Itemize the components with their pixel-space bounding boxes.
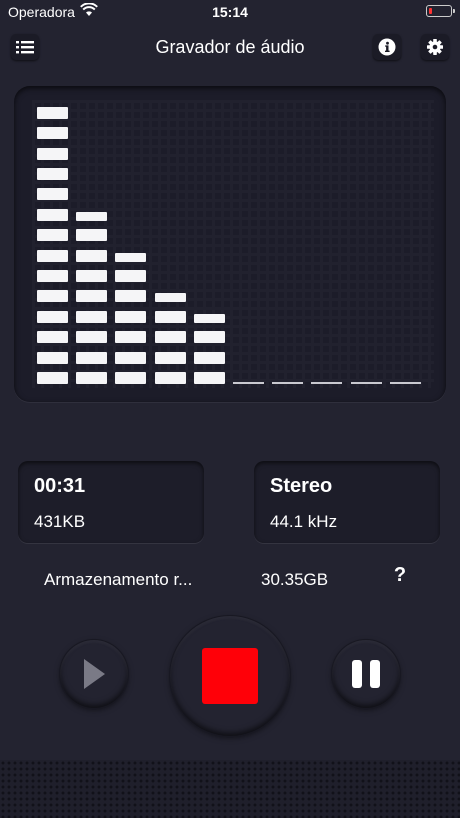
level-segment bbox=[37, 270, 68, 282]
level-segment bbox=[76, 331, 108, 344]
level-segment bbox=[37, 351, 68, 364]
recording-info-card: 00:31 431KB bbox=[18, 461, 204, 543]
nav-bar: Gravador de áudio bbox=[0, 24, 460, 70]
level-segment bbox=[154, 372, 186, 384]
level-segment bbox=[37, 310, 68, 323]
level-segment bbox=[76, 249, 108, 262]
gear-icon bbox=[421, 39, 449, 64]
level-segment bbox=[76, 270, 108, 282]
level-meter bbox=[14, 86, 446, 402]
level-segment bbox=[37, 127, 68, 140]
level-segment bbox=[76, 310, 108, 323]
level-segment bbox=[76, 372, 108, 384]
level-segment bbox=[193, 313, 225, 323]
level-segment bbox=[76, 211, 108, 221]
level-segment bbox=[115, 290, 147, 303]
level-segment bbox=[37, 249, 68, 262]
level-segment bbox=[76, 351, 108, 364]
level-segment bbox=[115, 310, 147, 323]
level-segment bbox=[76, 290, 108, 303]
elapsed-time: 00:31 bbox=[34, 475, 86, 497]
level-segment bbox=[154, 293, 186, 303]
level-segment bbox=[37, 229, 68, 242]
level-segment bbox=[37, 208, 68, 221]
level-segment bbox=[37, 290, 68, 303]
level-bar-baseline bbox=[389, 382, 421, 384]
channel-mode: Stereo bbox=[270, 475, 333, 497]
help-button[interactable]: ? bbox=[388, 564, 412, 592]
play-icon bbox=[60, 659, 128, 712]
level-segment bbox=[37, 106, 68, 119]
level-segment bbox=[37, 147, 68, 160]
storage-label: Armazenamento r... bbox=[44, 570, 193, 589]
pause-icon bbox=[332, 660, 400, 712]
level-bar-baseline bbox=[350, 382, 382, 384]
info-icon bbox=[373, 38, 401, 64]
level-segment bbox=[115, 351, 147, 364]
battery-icon bbox=[426, 5, 455, 17]
level-segment bbox=[193, 351, 225, 364]
sample-rate: 44.1 kHz bbox=[270, 512, 338, 531]
level-segment bbox=[193, 331, 225, 344]
meter-grid bbox=[32, 100, 434, 388]
level-segment bbox=[193, 372, 225, 384]
level-segment bbox=[37, 372, 68, 384]
level-segment bbox=[37, 331, 68, 344]
level-segment bbox=[115, 372, 147, 384]
format-info-card: Stereo 44.1 kHz bbox=[254, 461, 440, 543]
clock: 15:14 bbox=[212, 4, 248, 20]
level-segment bbox=[37, 168, 68, 180]
play-button[interactable] bbox=[60, 640, 128, 708]
level-segment bbox=[37, 188, 68, 201]
pause-button[interactable] bbox=[332, 640, 400, 708]
level-segment bbox=[154, 351, 186, 364]
level-bar-baseline bbox=[311, 382, 343, 384]
level-segment bbox=[154, 331, 186, 344]
level-bar-baseline bbox=[233, 382, 264, 384]
level-segment bbox=[115, 331, 147, 344]
level-segment bbox=[115, 270, 147, 282]
info-button[interactable] bbox=[373, 34, 401, 60]
status-bar: Operadora 15:14 bbox=[0, 0, 460, 24]
level-segment bbox=[76, 229, 108, 242]
file-size: 431KB bbox=[34, 512, 86, 531]
level-segment bbox=[115, 252, 147, 262]
level-bar-baseline bbox=[272, 382, 304, 384]
stop-record-button[interactable] bbox=[170, 616, 290, 736]
speaker-grille bbox=[0, 760, 460, 818]
storage-free: 30.35GB bbox=[261, 570, 329, 589]
settings-button[interactable] bbox=[421, 34, 449, 60]
level-segment bbox=[154, 310, 186, 323]
stop-icon bbox=[202, 648, 258, 704]
